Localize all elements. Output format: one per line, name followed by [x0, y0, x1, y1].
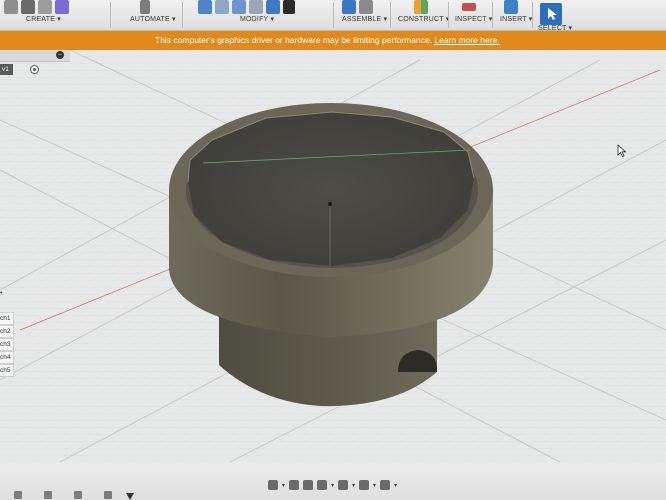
move-icon[interactable] [283, 0, 295, 14]
browser-collapse-button[interactable]: – [56, 51, 64, 59]
grid-settings-icon[interactable] [359, 480, 370, 490]
browser-sketch-item[interactable]: ch2 [0, 325, 15, 338]
new-component-icon[interactable] [342, 0, 356, 14]
fillet-icon[interactable] [215, 0, 229, 14]
measure-icon[interactable] [462, 3, 476, 11]
combine-icon[interactable] [266, 0, 280, 14]
document-version-tab[interactable]: v1 [0, 64, 13, 75]
toolbar-divider [532, 2, 533, 28]
joint-icon[interactable] [359, 0, 373, 14]
toolbar-divider [333, 2, 334, 28]
activate-target-icon[interactable] [30, 65, 39, 74]
insert-image-icon[interactable] [504, 0, 518, 14]
assemble-icons [342, 0, 373, 14]
inspect-menu[interactable]: INSPECT ▾ [455, 15, 493, 23]
browser-sketch-item[interactable]: ch4 [0, 351, 15, 364]
construct-menu[interactable]: CONSTRUCT ▾ [398, 15, 450, 23]
mouse-cursor-icon [617, 144, 627, 158]
inspect-icons [462, 0, 476, 14]
toolbar-divider [110, 2, 111, 28]
timeline-play-icon[interactable] [44, 491, 52, 499]
sketch-icon[interactable] [4, 0, 18, 14]
assemble-menu[interactable]: ASSEMBLE ▾ [342, 15, 387, 23]
sketches-folder-marker: • [0, 290, 3, 297]
modify-menu[interactable]: MODIFY ▾ [240, 15, 274, 23]
select-tool-button[interactable] [540, 3, 562, 25]
automate-icons [140, 0, 150, 14]
automate-icon[interactable] [140, 0, 150, 14]
modify-icons [198, 0, 295, 14]
zoom-dropdown-icon[interactable]: ▾ [331, 482, 334, 489]
timeline-step-icon[interactable] [74, 491, 82, 499]
extrude-icon[interactable] [21, 0, 35, 14]
toolbar-divider [448, 2, 449, 28]
timeline-start-icon[interactable] [14, 491, 22, 499]
browser-sketch-item[interactable]: ch5 [0, 364, 15, 377]
look-at-icon[interactable] [289, 480, 300, 490]
zoom-icon[interactable] [317, 480, 328, 490]
shell-icon[interactable] [249, 0, 263, 14]
navigation-tools: ▾ ▾ ▾ ▾ ▾ [268, 478, 397, 492]
box-icon[interactable] [55, 0, 69, 14]
construct-icons [414, 0, 428, 14]
orbit-dropdown-icon[interactable]: ▾ [282, 482, 285, 489]
orbit-icon[interactable] [268, 480, 278, 490]
main-toolbar: CREATE ▾ AUTOMATE ▾ MODIFY ▾ ASSEMBLE ▾ … [0, 0, 666, 32]
browser-sketch-item[interactable]: ch3 [0, 338, 15, 351]
toolbar-divider [182, 2, 183, 28]
canvas-viewport[interactable] [0, 50, 666, 462]
display-dropdown-icon[interactable]: ▾ [352, 482, 355, 489]
chamfer-icon[interactable] [232, 0, 246, 14]
pointer-icon [548, 8, 557, 20]
create-menu[interactable]: CREATE ▾ [26, 15, 61, 23]
banner-message: This computer's graphics driver or hardw… [155, 35, 500, 45]
press-pull-icon[interactable] [198, 0, 212, 14]
grid-dropdown-icon[interactable]: ▾ [373, 482, 376, 489]
model-body [169, 103, 493, 337]
create-icons [4, 0, 69, 14]
pan-icon[interactable] [303, 480, 314, 490]
timeline-marker-icon[interactable] [126, 493, 134, 500]
timeline-end-icon[interactable] [104, 491, 112, 499]
toolbar-divider [492, 2, 493, 28]
viewports-icon[interactable] [380, 480, 391, 490]
toolbar-divider [390, 2, 391, 28]
automate-menu[interactable]: AUTOMATE ▾ [130, 15, 176, 23]
display-settings-icon[interactable] [338, 480, 349, 490]
browser-sketch-item[interactable]: ch1 [0, 312, 15, 325]
learn-more-link[interactable]: Learn more here. [434, 35, 499, 45]
origin-point [328, 202, 332, 206]
offset-plane-icon[interactable] [414, 0, 428, 14]
insert-icons [504, 0, 518, 14]
performance-warning-banner: This computer's graphics driver or hardw… [0, 31, 666, 50]
viewports-dropdown-icon[interactable]: ▾ [394, 482, 397, 489]
insert-menu[interactable]: INSERT ▾ [500, 15, 533, 23]
revolve-icon[interactable] [38, 0, 52, 14]
